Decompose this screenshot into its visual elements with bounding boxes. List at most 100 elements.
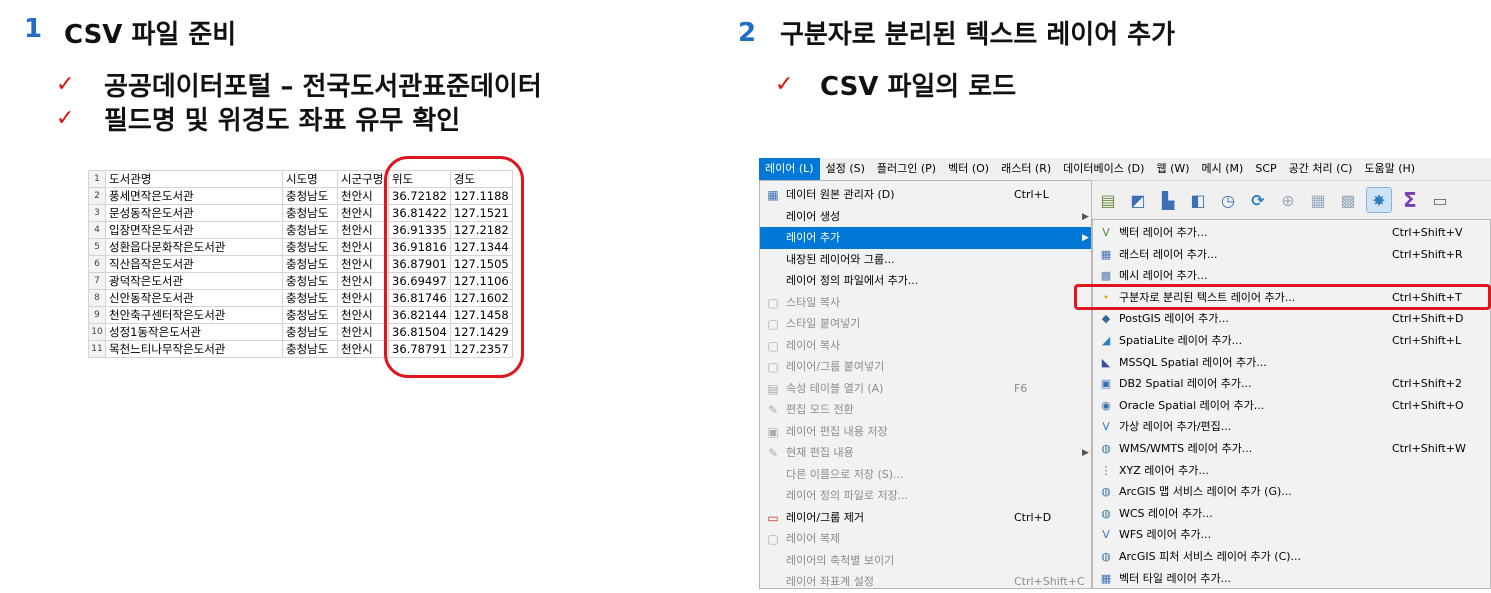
layer-menu-item[interactable]: ▢ 스타일 복사 (760, 292, 1091, 314)
menu-shortcut: Ctrl+Shift+W (1392, 442, 1466, 455)
add-layer-menu-item[interactable]: ◍ ArcGIS 피처 서비스 레이어 추가 (C)... (1093, 546, 1490, 568)
duplicate-layer-icon: ▢ (767, 532, 779, 546)
check-item-data-portal: 공공데이터포털 – 전국도서관표준데이터 (104, 72, 542, 102)
add-layer-menu-item[interactable]: ▦ 래스터 레이어 추가... Ctrl+Shift+R (1093, 244, 1490, 266)
settings-star-icon[interactable]: ✸ (1366, 187, 1392, 213)
row-number: 11 (88, 340, 106, 358)
layer-menu-item[interactable]: ▢ 레이어 복사 (760, 335, 1091, 357)
cell-province: 충청남도 (282, 238, 338, 256)
add-wfs-icon[interactable]: ▙ (1156, 188, 1180, 212)
delimited-text-highlight-box (1074, 284, 1491, 310)
wcs-icon: ◍ (1101, 506, 1111, 520)
cell-city: 천안시 (337, 204, 389, 222)
layer-menu-item[interactable]: ▢ 레이어 복제 (760, 528, 1091, 550)
layer-menu: ▦ 데이터 원본 관리자 (D) Ctrl+L 레이어 생성 ▶ 레이어 추가 ▶ 내장된 레… (759, 180, 1092, 589)
menubar-item[interactable]: 플러그인 (P) (871, 158, 942, 180)
table-icon[interactable]: ▦ (1306, 188, 1330, 212)
section-1-number: 1 (24, 14, 43, 44)
layer-menu-item[interactable]: ▤ 속성 테이블 열기 (A) F6 (760, 378, 1091, 400)
copy-style-icon: ▢ (767, 295, 779, 310)
layer-menu-item[interactable]: 내장된 레이어와 그룹... (760, 249, 1091, 271)
add-layer-menu-item[interactable]: ◉ Oracle Spatial 레이어 추가... Ctrl+Shift+O (1093, 395, 1490, 417)
add-layer-menu-item[interactable]: ◍ ArcGIS 맵 서비스 레이어 추가 (G)... (1093, 481, 1490, 503)
add-layer-menu-item[interactable]: ◍ WCS 레이어 추가... (1093, 503, 1490, 525)
row-number: 5 (88, 238, 106, 256)
menubar-item[interactable]: 공간 처리 (C) (1283, 158, 1359, 180)
layer-menu-item-label: 레이어 좌표계 설정 (786, 575, 874, 588)
clock-icon[interactable]: ◷ (1216, 188, 1240, 212)
menu-shortcut: Ctrl+D (1014, 510, 1052, 524)
xyz-icon: ⋮ (1100, 463, 1112, 477)
layer-menu-item[interactable]: 레이어 생성 ▶ (760, 206, 1091, 228)
add-layer-menu-item[interactable]: ◍ WMS/WMTS 레이어 추가... Ctrl+Shift+W (1093, 438, 1490, 460)
menubar-item[interactable]: 설정 (S) (820, 158, 871, 180)
layer-menu-item[interactable]: ▦ 데이터 원본 관리자 (D) Ctrl+L (760, 184, 1091, 206)
pencil-icon: ✎ (767, 403, 779, 417)
bookmark-icon[interactable]: ◧ (1186, 188, 1210, 212)
add-layer-item-label: WFS 레이어 추가... (1119, 528, 1212, 542)
row-number: 10 (88, 323, 106, 341)
layer-menu-item-label: 다른 이름으로 저장 (S)... (786, 467, 904, 481)
menubar-item[interactable]: 도움말 (H) (1358, 158, 1421, 180)
add-delimited-icon[interactable]: ▤ (1096, 188, 1120, 212)
layer-menu-item[interactable]: ▢ 레이어/그룹 붙여넣기 (760, 356, 1091, 378)
add-layer-menu-item[interactable]: ▣ DB2 Spatial 레이어 추가... Ctrl+Shift+2 (1093, 373, 1490, 395)
menu-shortcut: Ctrl+Shift+D (1392, 312, 1464, 326)
menubar-item[interactable]: 웹 (W) (1150, 158, 1195, 180)
sigma-icon[interactable]: Σ (1398, 188, 1422, 212)
layer-menu-item-label: 스타일 붙여넣기 (786, 317, 861, 330)
layer-menu-item[interactable]: ✎ 편집 모드 전환 (760, 399, 1091, 421)
cell-province: 충청남도 (282, 306, 338, 324)
raster-layer-icon: ▦ (1100, 247, 1112, 261)
layer-menu-item[interactable]: 레이어 추가 ▶ (760, 227, 1091, 249)
add-layer-menu-item[interactable]: V 가상 레이어 추가/편집... (1093, 416, 1490, 438)
menubar-item[interactable]: SCP (1249, 158, 1282, 180)
layer-menu-item[interactable]: 레이어 정의 파일에서 추가... (760, 270, 1091, 292)
layer-menu-item-label: 레이어/그룹 붙여넣기 (786, 360, 885, 373)
cell-library-name: 입장면작은도서관 (105, 221, 283, 239)
menu-shortcut: F6 (1014, 381, 1028, 395)
section-2-title: 구분자로 분리된 텍스트 레이어 추가 (780, 20, 1176, 50)
add-layer-menu-item[interactable]: V WFS 레이어 추가... (1093, 524, 1490, 546)
layer-menu-item[interactable]: ▢ 스타일 붙여넣기 (760, 313, 1091, 335)
vector-tile-icon: ▦ (1100, 571, 1112, 585)
menubar-item[interactable]: 데이터베이스 (D) (1057, 158, 1150, 180)
menubar-item[interactable]: 래스터 (R) (995, 158, 1057, 180)
add-layer-icon[interactable]: ◩ (1126, 188, 1150, 212)
refresh-icon[interactable]: ⟳ (1246, 188, 1270, 212)
menu-shortcut: Ctrl+Shift+L (1392, 334, 1462, 347)
add-layer-menu-item[interactable]: ▦ 벡터 타일 레이어 추가... (1093, 568, 1490, 590)
copy-layer-icon: ▢ (767, 338, 779, 353)
add-layer-menu-item[interactable]: V 벡터 레이어 추가... Ctrl+Shift+V (1093, 222, 1490, 244)
layer-menu-item[interactable]: 다른 이름으로 저장 (S)... (760, 464, 1091, 486)
layer-menu-item-label: 레이어 생성 (786, 209, 841, 223)
menubar-item[interactable]: 메시 (M) (1196, 158, 1250, 180)
menubar-item[interactable]: 벡터 (O) (942, 158, 995, 180)
add-layer-menu-item[interactable]: ◆ PostGIS 레이어 추가... Ctrl+Shift+D (1093, 308, 1490, 330)
vector-layer-icon: V (1102, 226, 1110, 239)
qgis-toolbar: ▤ ◩ ▙ ◧ ◷ ⟳ ⊕ ▦ ▩ ✸ Σ ▭ (1092, 181, 1491, 219)
layer-menu-item[interactable]: ✎ 현재 편집 내용 ▶ (760, 442, 1091, 464)
add-layer-menu-item[interactable]: ⋮ XYZ 레이어 추가... (1093, 460, 1490, 482)
qgis-menubar: 레이어 (L) 설정 (S) 플러그인 (P) 벡터 (O) 래스터 (R) 데이터베이스… (759, 158, 1491, 181)
add-layer-menu-item[interactable]: ◢ SpatiaLite 레이어 추가... Ctrl+Shift+L (1093, 330, 1490, 352)
ruler-icon[interactable]: ▭ (1428, 188, 1452, 212)
cell-province: 충청남도 (282, 255, 338, 273)
layer-menu-item-label: 레이어 복제 (786, 532, 841, 545)
layer-menu-item[interactable]: ▣ 레이어 편집 내용 저장 (760, 421, 1091, 443)
layer-menu-item[interactable]: ▭ 레이어/그룹 제거 Ctrl+D (760, 507, 1091, 529)
grid-icon[interactable]: ▩ (1336, 188, 1360, 212)
identify-icon[interactable]: ⊕ (1276, 188, 1300, 212)
add-layer-menu-item[interactable]: ◣ MSSQL Spatial 레이어 추가... (1093, 352, 1490, 374)
wms-icon: ◍ (1101, 442, 1111, 455)
cell-city: 천안시 (337, 221, 389, 239)
paste-layer-icon: ▢ (767, 360, 779, 374)
menubar-item[interactable]: 레이어 (L) (759, 158, 820, 180)
layer-menu-item[interactable]: 레이어 정의 파일로 저장... (760, 485, 1091, 507)
cell-province: 충청남도 (282, 289, 338, 307)
layer-menu-item-label: 데이터 원본 관리자 (D) (786, 188, 895, 201)
submenu-arrow-icon: ▶ (1082, 233, 1089, 243)
layer-menu-item[interactable]: 레이어 좌표계 설정 Ctrl+Shift+C (760, 571, 1091, 593)
layer-menu-item[interactable]: 레이어의 축척별 보이기 (760, 550, 1091, 572)
data-source-icon: ▦ (767, 188, 779, 202)
